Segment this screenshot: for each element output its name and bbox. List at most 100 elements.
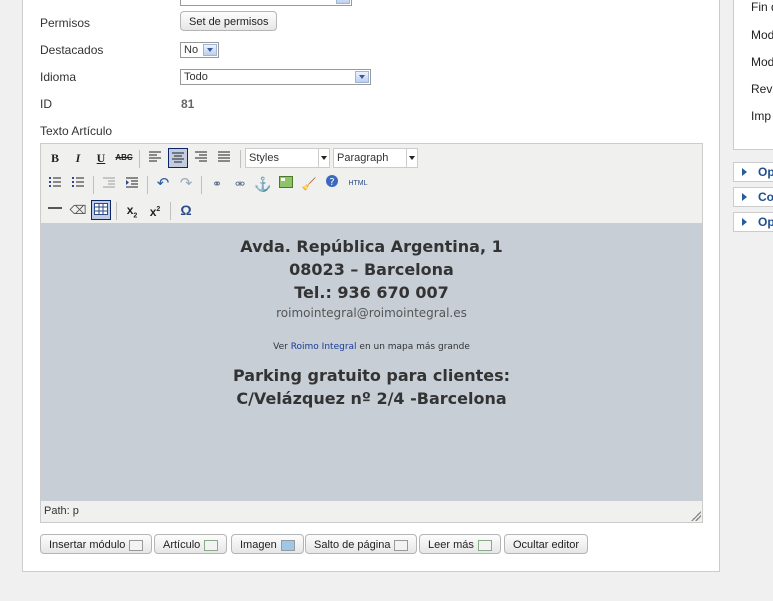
idioma-label: Idioma [40,70,77,84]
superscript-button[interactable]: x2 [145,200,165,220]
bullet-list-icon [49,177,61,187]
unlink-button[interactable]: ⚮ [230,174,250,194]
sidebar-item-fin: Fin d [751,0,773,14]
sidebar-panel-co[interactable]: Co [733,187,773,207]
align-justify-icon [218,151,230,162]
align-justify-button[interactable] [214,148,234,168]
module-icon [129,539,144,551]
article-icon [204,539,219,551]
address-line: Avda. República Argentina, 1 [240,237,503,256]
chevron-down-icon [336,0,350,4]
format-select[interactable]: Paragraph [333,148,418,168]
leer-mas-label: Leer más [428,539,474,551]
toolbar-separator [201,176,202,194]
toolbar-separator [170,202,171,220]
redo-button[interactable]: ↷ [176,174,196,194]
chevron-down-icon [406,149,417,167]
sidebar-panel-label: Op [758,165,773,179]
align-left-icon [149,151,161,162]
right-sidebar [733,0,773,150]
remove-format-button[interactable]: ⌫ [68,200,88,220]
imagen-label: Imagen [240,539,277,551]
chevron-down-icon [203,44,217,56]
align-left-button[interactable] [145,148,165,168]
parking-line-1: Parking gratuito para clientes: [232,366,511,385]
html-button[interactable]: HTML [345,174,371,194]
set-permisos-button[interactable]: Set de permisos [180,11,278,31]
image-icon [279,176,293,188]
map-link[interactable]: Roimo Integral [291,342,357,352]
phone-line: Tel.: 936 670 007 [294,283,449,302]
destacados-value: No [184,44,199,56]
chevron-right-icon [742,218,747,226]
help-button[interactable]: ? [322,174,342,194]
access-select[interactable] [180,0,352,6]
table-icon [94,203,108,215]
sidebar-panel-label: Co [758,190,773,204]
styles-select-label: Styles [249,152,279,164]
visual-aid-button[interactable] [91,200,111,220]
destacados-select[interactable]: No [180,42,219,58]
map-line: Ver Roimo Integral en un mapa más grande [41,342,702,352]
horizontal-rule-icon [48,207,62,209]
image-button[interactable] [276,174,296,194]
id-label: ID [40,97,52,111]
articulo-button[interactable]: Artículo [154,534,228,554]
salto-pagina-button[interactable]: Salto de página [305,534,418,554]
subscript-button[interactable]: x2 [122,200,142,220]
toolbar-separator [116,202,117,220]
svg-text:?: ? [329,177,334,188]
bullet-list-button[interactable] [45,174,65,194]
bold-button[interactable]: B [45,148,65,168]
strikethrough-button[interactable]: ABC [114,148,134,168]
insertar-modulo-button[interactable]: Insertar módulo [40,534,153,554]
resize-grip-icon[interactable] [691,511,701,521]
indent-icon [126,177,138,188]
numbered-list-button[interactable] [68,174,88,194]
cleanup-button[interactable]: 🧹 [299,174,319,194]
align-right-button[interactable] [191,148,211,168]
undo-button[interactable]: ↶ [153,174,173,194]
styles-select[interactable]: Styles [245,148,330,168]
sidebar-panel-opciones-2[interactable]: Op [733,212,773,232]
align-center-button[interactable] [168,148,188,168]
toolbar-separator [139,150,140,168]
editor-content-area[interactable]: Avda. República Argentina, 1 08023 – Bar… [41,223,702,501]
map-prefix: Ver [273,342,288,352]
underline-button[interactable]: U [91,148,111,168]
rich-text-editor: B I U ABC Styles Paragraph ↶ ↷ ⚭ ⚮ ⚓ 🧹 ?… [40,143,703,523]
format-select-label: Paragraph [337,152,389,164]
insertar-modulo-label: Insertar módulo [49,539,126,551]
imagen-button[interactable]: Imagen [231,534,304,554]
postal-line: 08023 – Barcelona [289,260,454,279]
ocultar-editor-button[interactable]: Ocultar editor [504,534,589,554]
salto-pagina-label: Salto de página [314,539,391,551]
articulo-label: Artículo [163,539,201,551]
idioma-select[interactable]: Todo [180,69,371,85]
outdent-button[interactable] [99,174,119,194]
sidebar-item-mod-1: Mod [751,28,773,42]
help-icon: ? [326,175,338,188]
toolbar-row-3: ⌫ x2 x2 Ω [45,200,695,222]
toolbar-separator [93,176,94,194]
toolbar-row-2: ↶ ↷ ⚭ ⚮ ⚓ 🧹 ? HTML [45,174,695,196]
sidebar-panel-label: Op [758,215,773,229]
sidebar-panel-opciones-1[interactable]: Op [733,162,773,182]
email-line: roimointegral@roimointegral.es [276,306,467,320]
image-icon [280,539,295,551]
chevron-down-icon [318,149,329,167]
chevron-right-icon [742,168,747,176]
anchor-button[interactable]: ⚓ [253,174,273,194]
page-break-icon [394,539,409,551]
indent-button[interactable] [122,174,142,194]
destacados-label: Destacados [40,43,104,57]
idioma-value: Todo [184,71,208,83]
link-button[interactable]: ⚭ [207,174,227,194]
numbered-list-icon [72,177,84,187]
italic-button[interactable]: I [68,148,88,168]
chevron-right-icon [742,193,747,201]
horizontal-rule-button[interactable] [45,200,65,220]
special-char-button[interactable]: Ω [176,200,196,220]
align-center-icon [172,152,184,163]
leer-mas-button[interactable]: Leer más [419,534,501,554]
